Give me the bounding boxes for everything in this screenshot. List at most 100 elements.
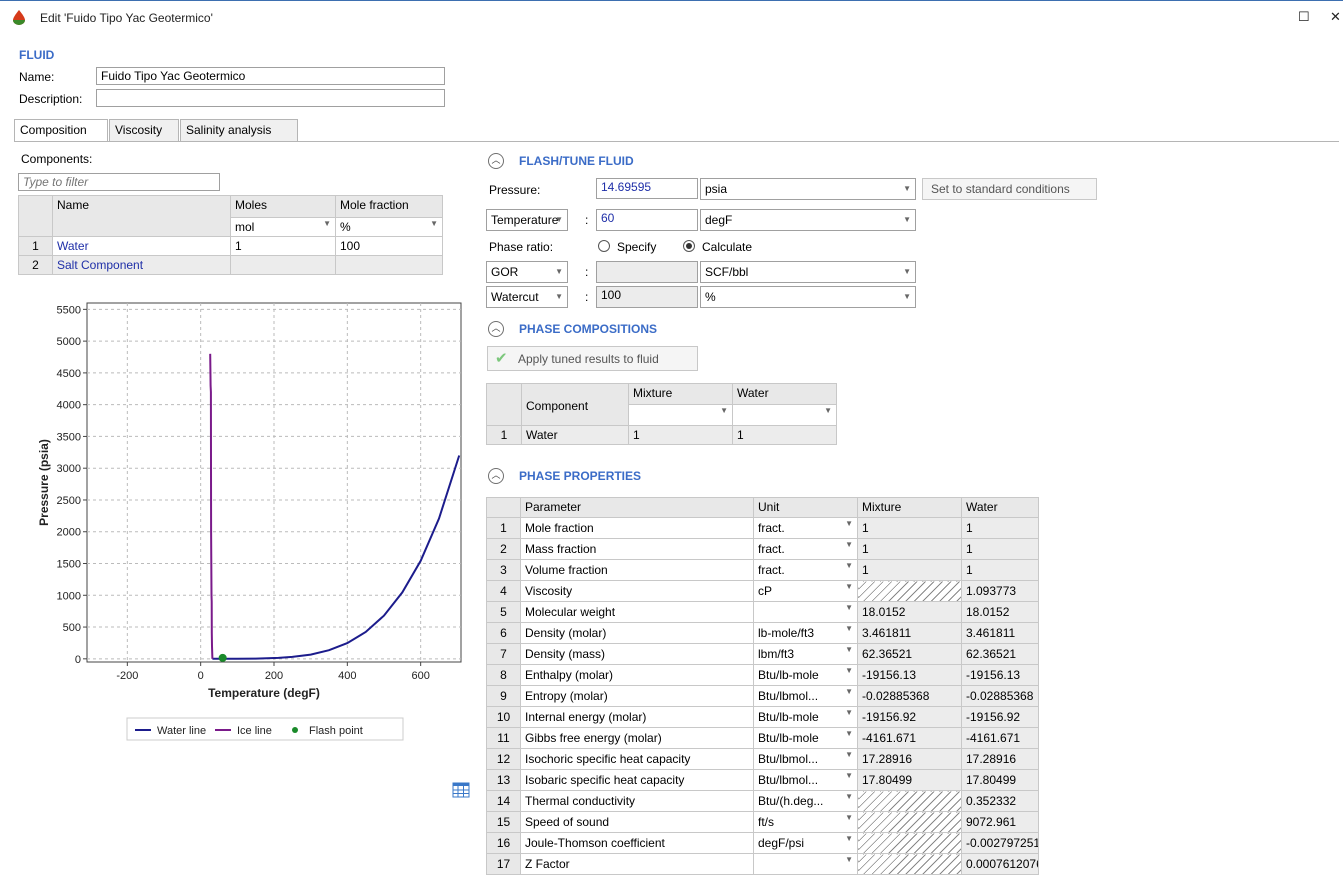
tab-viscosity[interactable]: Viscosity	[109, 119, 179, 141]
table-row[interactable]: 2 Mass fraction fract. ▼ 1 1	[486, 538, 1039, 560]
table-row[interactable]: 9 Entropy (molar) Btu/lbmol... ▼ -0.02885368…	[486, 685, 1039, 707]
y-tick-label: 1000	[57, 590, 81, 602]
col-header-parameter[interactable]: Parameter	[520, 497, 754, 518]
tab-salinity-analysis[interactable]: Salinity analysis	[180, 119, 298, 141]
temperature-field[interactable]: 60	[596, 209, 698, 231]
component-name[interactable]: Salt Component	[52, 255, 231, 275]
table-row[interactable]: 12 Isochoric specific heat capacity Btu/lb…	[486, 748, 1039, 770]
unit-select[interactable]: lb-mole/ft3 ▼	[753, 622, 858, 644]
table-row[interactable]: 7 Density (mass) lbm/ft3 ▼ 62.36521 62.36521	[486, 643, 1039, 665]
col-header-mole-fraction[interactable]: Mole fraction	[335, 195, 443, 218]
table-row[interactable]: 11 Gibbs free energy (molar) Btu/lb-mole ▼ -…	[486, 727, 1039, 749]
temperature-unit-select[interactable]: degF ▼	[700, 209, 916, 231]
watercut-unit-select[interactable]: % ▼	[700, 286, 916, 308]
gor-unit-select[interactable]: SCF/bbl ▼	[700, 261, 916, 283]
unit-select[interactable]: Btu/lb-mole ▼	[753, 664, 858, 686]
table-row[interactable]: 3 Volume fraction fract. ▼ 1 1	[486, 559, 1039, 581]
moles-unit-select[interactable]: mol ▼	[230, 217, 336, 237]
phase-envelope-chart: -200 0 200 400 600 0 500 1000 1500 2000 2500 3000 35…	[37, 302, 462, 741]
tab-composition[interactable]: Composition	[14, 119, 108, 142]
unit-select[interactable]: degF/psi ▼	[753, 832, 858, 854]
parameter-cell: Gibbs free energy (molar)	[520, 727, 754, 749]
collapse-compositions-icon[interactable]: ︿	[488, 321, 504, 337]
unit-select[interactable]: Btu/lb-mole ▼	[753, 706, 858, 728]
phase-properties-table: Parameter Unit Mixture Water 1 Mole fract…	[486, 497, 1039, 875]
watercut-select[interactable]: Watercut ▼	[486, 286, 568, 308]
water-unit-select[interactable]: ▼	[732, 404, 837, 426]
temperature-select[interactable]: Temperature ▼	[486, 209, 568, 231]
unit-value: Btu/lb-mole	[758, 710, 819, 724]
row-number: 15	[486, 811, 521, 833]
unit-select[interactable]: ▼	[753, 601, 858, 623]
col-header-mixture[interactable]: Mixture	[857, 497, 962, 518]
unit-value: fract.	[758, 563, 785, 577]
unit-select[interactable]: fract. ▼	[753, 559, 858, 581]
table-row[interactable]: 15 Speed of sound ft/s ▼ 9072.961	[486, 811, 1039, 833]
col-header-moles[interactable]: Moles	[230, 195, 336, 218]
table-row[interactable]: 14 Thermal conductivity Btu/(h.deg... ▼ 0.35…	[486, 790, 1039, 812]
unit-select[interactable]: Btu/lbmol... ▼	[753, 685, 858, 707]
unit-select[interactable]: ft/s ▼	[753, 811, 858, 833]
name-field[interactable]: Fuido Tipo Yac Geotermico	[96, 67, 445, 85]
unit-select[interactable]: fract. ▼	[753, 517, 858, 539]
col-header-water[interactable]: Water	[732, 383, 837, 405]
maximize-icon[interactable]: ☐	[1298, 9, 1310, 25]
fraction-unit-select[interactable]: % ▼	[335, 217, 443, 237]
col-header-unit[interactable]: Unit	[753, 497, 858, 518]
row-number: 3	[486, 559, 521, 581]
mixture-cell	[857, 580, 962, 602]
pressure-field[interactable]: 14.69595	[596, 178, 698, 199]
mixture-unit-select[interactable]: ▼	[628, 404, 733, 426]
chevron-down-icon: ▼	[845, 834, 853, 843]
unit-select[interactable]: Btu/lbmol... ▼	[753, 769, 858, 791]
collapse-properties-icon[interactable]: ︿	[488, 468, 504, 484]
table-view-icon[interactable]	[452, 782, 470, 798]
unit-select[interactable]: Btu/lb-mole ▼	[753, 727, 858, 749]
unit-select[interactable]: fract. ▼	[753, 538, 858, 560]
col-header-mixture[interactable]: Mixture	[628, 383, 733, 405]
unit-value: Btu/lbmol...	[758, 689, 819, 703]
mixture-cell	[857, 790, 962, 812]
y-tick-label: 5500	[57, 304, 81, 316]
collapse-flash-icon[interactable]: ︿	[488, 153, 504, 169]
col-header-water[interactable]: Water	[961, 497, 1039, 518]
col-header-component[interactable]: Component	[521, 383, 629, 426]
unit-select[interactable]: ▼	[753, 853, 858, 875]
table-row[interactable]: 17 Z Factor ▼ 0.0007612076	[486, 853, 1039, 875]
y-tick-label: 0	[75, 654, 81, 666]
unit-select[interactable]: Btu/lbmol... ▼	[753, 748, 858, 770]
table-row[interactable]: 1 Water 1 1	[486, 425, 837, 445]
table-row[interactable]: 8 Enthalpy (molar) Btu/lb-mole ▼ -19156.13 -1…	[486, 664, 1039, 686]
table-row[interactable]: 16 Joule-Thomson coefficient degF/psi ▼ -0.0…	[486, 832, 1039, 854]
set-standard-conditions-button[interactable]: Set to standard conditions	[922, 178, 1097, 200]
close-icon[interactable]: ✕	[1330, 9, 1341, 25]
filter-input[interactable]	[18, 173, 220, 191]
specify-radio[interactable]	[598, 240, 610, 252]
row-number: 7	[486, 643, 521, 665]
gor-unit-value: SCF/bbl	[705, 265, 749, 279]
component-cell: Water	[521, 425, 629, 445]
table-row[interactable]: 1 Water 1 100	[18, 236, 443, 256]
chevron-down-icon: ▼	[845, 624, 853, 633]
calculate-radio[interactable]	[683, 240, 695, 252]
unit-select[interactable]: cP ▼	[753, 580, 858, 602]
unit-select[interactable]: lbm/ft3 ▼	[753, 643, 858, 665]
table-row[interactable]: 1 Mole fraction fract. ▼ 1 1	[486, 517, 1039, 539]
component-name[interactable]: Water	[52, 236, 231, 256]
table-row[interactable]: 4 Viscosity cP ▼ 1.093773	[486, 580, 1039, 602]
parameter-cell: Entropy (molar)	[520, 685, 754, 707]
water-cell: -4161.671	[961, 727, 1039, 749]
col-header-name[interactable]: Name	[52, 195, 231, 237]
component-moles[interactable]: 1	[230, 236, 336, 256]
unit-select[interactable]: Btu/(h.deg... ▼	[753, 790, 858, 812]
table-row[interactable]: 6 Density (molar) lb-mole/ft3 ▼ 3.461811 3.46…	[486, 622, 1039, 644]
description-field[interactable]	[96, 89, 445, 107]
table-row[interactable]: 10 Internal energy (molar) Btu/lb-mole ▼ -19…	[486, 706, 1039, 728]
apply-tuned-results-button[interactable]: ✔ Apply tuned results to fluid	[487, 346, 698, 371]
pressure-unit-select[interactable]: psia ▼	[700, 178, 916, 200]
table-row[interactable]: 2 Salt Component	[18, 255, 443, 275]
component-fraction[interactable]: 100	[335, 236, 443, 256]
gor-select[interactable]: GOR ▼	[486, 261, 568, 283]
table-row[interactable]: 5 Molecular weight ▼ 18.0152 18.0152	[486, 601, 1039, 623]
table-row[interactable]: 13 Isobaric specific heat capacity Btu/lbm…	[486, 769, 1039, 791]
